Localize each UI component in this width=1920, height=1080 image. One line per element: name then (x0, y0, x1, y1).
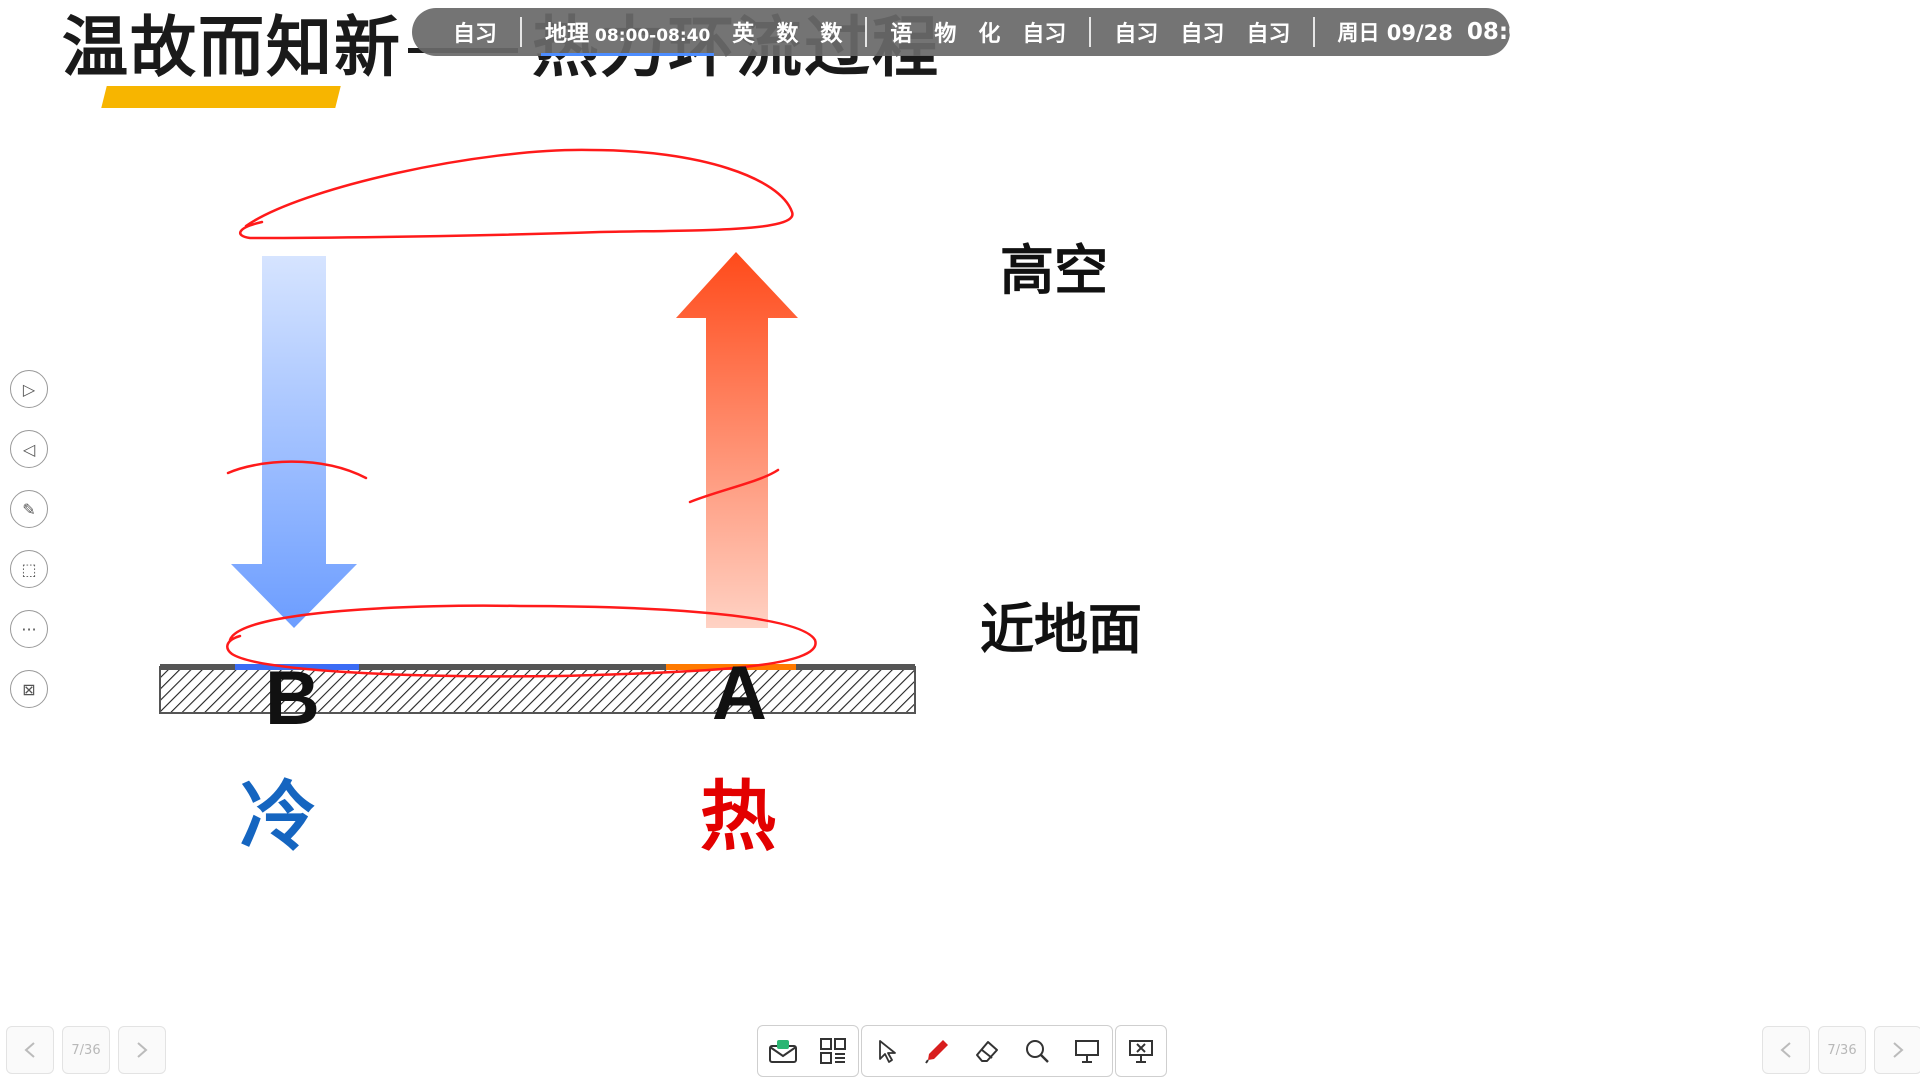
exit-show-button[interactable] (1116, 1026, 1166, 1076)
prev-page-button-right[interactable] (1762, 1026, 1810, 1074)
point-b-label: B (265, 656, 320, 741)
page-indicator[interactable]: 7/36 (62, 1026, 110, 1074)
point-a-label: A (712, 651, 767, 736)
pen-tool-button[interactable]: ✎ (10, 490, 48, 528)
more-icon: ··· (21, 619, 37, 639)
apps-grid-button[interactable] (808, 1026, 858, 1076)
chevron-left-icon (24, 1042, 35, 1058)
pen-icon (925, 1040, 948, 1064)
screen-button[interactable] (1062, 1026, 1112, 1076)
toolbar-group-apps (757, 1025, 859, 1077)
page-nav-right: 7/36 (1762, 1026, 1920, 1074)
side-toolbar: ▷ ◁ ✎ ⬚ ··· ⊠ (10, 370, 50, 730)
play-prev-button[interactable]: ◁ (10, 430, 48, 468)
toolbar-group-draw (861, 1025, 1113, 1077)
hot-label: 热 (700, 772, 776, 861)
prev-page-button[interactable] (6, 1026, 54, 1074)
page-nav-left: 7/36 (6, 1026, 174, 1074)
chevron-left-icon (1780, 1042, 1791, 1058)
magnifier-button[interactable] (1012, 1026, 1062, 1076)
pointer-button[interactable] (862, 1026, 912, 1076)
next-page-button[interactable] (118, 1026, 166, 1074)
pen-tool-icon: ✎ (22, 499, 36, 519)
page-number: 7/36 (1827, 1042, 1857, 1058)
next-page-button-right[interactable] (1874, 1026, 1920, 1074)
label-high-altitude: 高空 (1000, 238, 1108, 302)
play-prev-icon: ◁ (22, 439, 36, 459)
envelope-button[interactable] (758, 1026, 808, 1076)
select-area-icon: ⬚ (21, 559, 37, 579)
pointer-icon (879, 1040, 896, 1063)
presentation-toolbar (757, 1025, 1169, 1077)
eraser-button[interactable] (962, 1026, 1012, 1076)
page-number: 7/36 (71, 1042, 101, 1058)
play-next-icon: ▷ (22, 379, 36, 399)
end-show-button[interactable]: ⊠ (10, 670, 48, 708)
select-area-button[interactable]: ⬚ (10, 550, 48, 588)
play-next-button[interactable]: ▷ (10, 370, 48, 408)
chevron-right-icon (137, 1042, 148, 1058)
rising-air-arrow (676, 252, 798, 628)
cold-label: 冷 (240, 772, 316, 861)
magnifier-icon (1026, 1040, 1049, 1063)
exit-show-icon (1129, 1040, 1153, 1063)
toolbar-group-exit (1115, 1025, 1167, 1077)
label-near-ground: 近地面 (980, 597, 1142, 661)
sinking-air-arrow (231, 256, 357, 628)
apps-grid-icon (820, 1038, 846, 1064)
end-show-icon: ⊠ (22, 679, 36, 699)
page-indicator-right[interactable]: 7/36 (1818, 1026, 1866, 1074)
more-button[interactable]: ··· (10, 610, 48, 648)
chevron-right-icon (1893, 1042, 1904, 1058)
annotation-high-ellipse (239, 148, 794, 240)
diagram-graphics (159, 148, 916, 714)
pen-button[interactable] (912, 1026, 962, 1076)
envelope-icon (769, 1040, 797, 1063)
screen-icon (1075, 1040, 1099, 1063)
eraser-icon (976, 1041, 998, 1062)
